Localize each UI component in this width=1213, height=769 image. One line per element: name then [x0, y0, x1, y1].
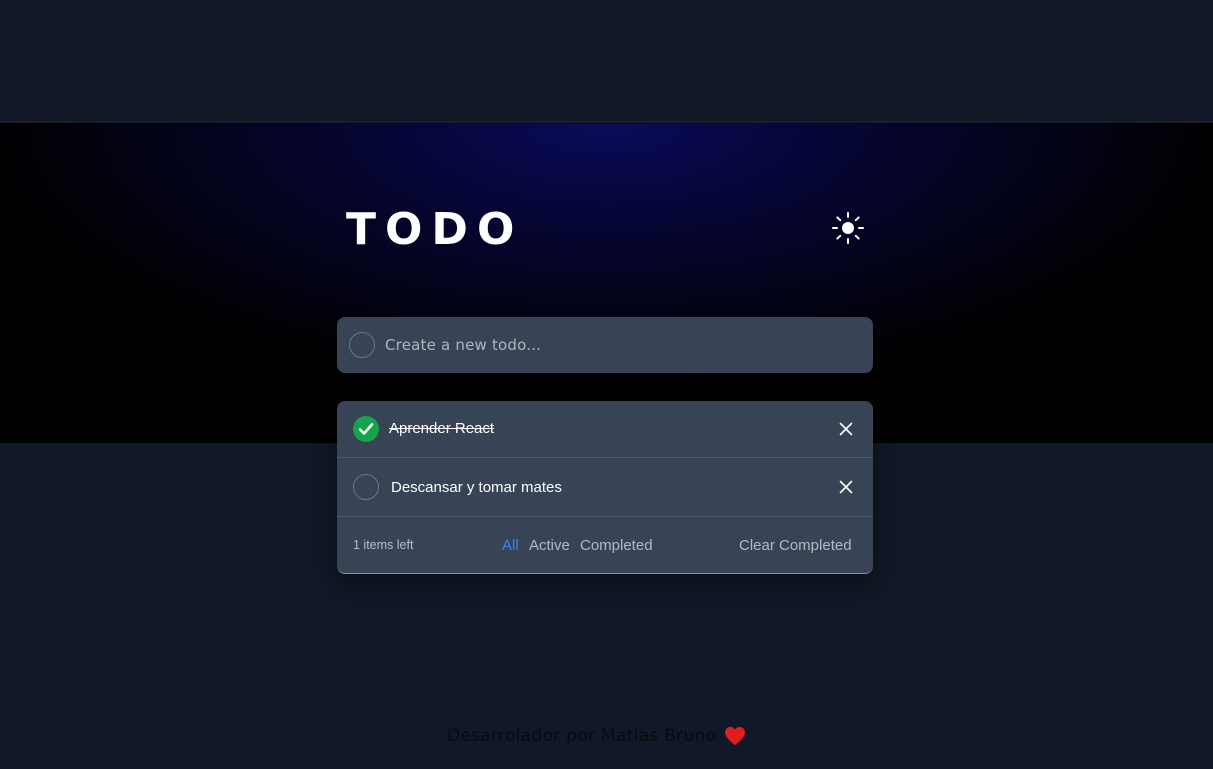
new-todo-input[interactable] — [385, 331, 855, 359]
close-icon — [839, 480, 853, 494]
todo-item: Descansar y tomar mates — [337, 458, 873, 517]
todo-item: Aprender React — [337, 401, 873, 458]
app-title: TODO — [346, 204, 524, 255]
credit-text: Desarrolador por Matias Bruno — [447, 726, 717, 746]
todo-list: Aprender React Descansar y tomar mates 1… — [337, 401, 873, 574]
items-left-count: 1 items left — [353, 538, 414, 552]
new-todo-box — [337, 317, 873, 373]
todo-checkbox-checked[interactable] — [353, 416, 379, 442]
check-icon — [358, 423, 374, 435]
filter-completed[interactable]: Completed — [580, 537, 653, 554]
sun-icon — [832, 212, 864, 244]
hero-banner — [0, 123, 1213, 443]
clear-completed-button[interactable]: Clear Completed — [739, 537, 852, 554]
credit-footer: Desarrolador por Matias Bruno — [447, 726, 746, 746]
todo-item-text: Aprender React — [389, 420, 495, 437]
delete-todo-button[interactable] — [837, 420, 855, 438]
delete-todo-button[interactable] — [837, 478, 855, 496]
list-footer: 1 items left All Active Completed Clear … — [337, 517, 873, 573]
filter-all[interactable]: All — [502, 537, 519, 554]
new-todo-check-circle[interactable] — [349, 332, 375, 358]
heart-icon — [725, 726, 746, 746]
top-band — [0, 0, 1213, 122]
filter-active[interactable]: Active — [529, 537, 570, 554]
theme-toggle-button[interactable] — [830, 210, 866, 246]
todo-checkbox[interactable] — [353, 474, 379, 500]
close-icon — [839, 422, 853, 436]
todo-item-text: Descansar y tomar mates — [391, 479, 562, 496]
